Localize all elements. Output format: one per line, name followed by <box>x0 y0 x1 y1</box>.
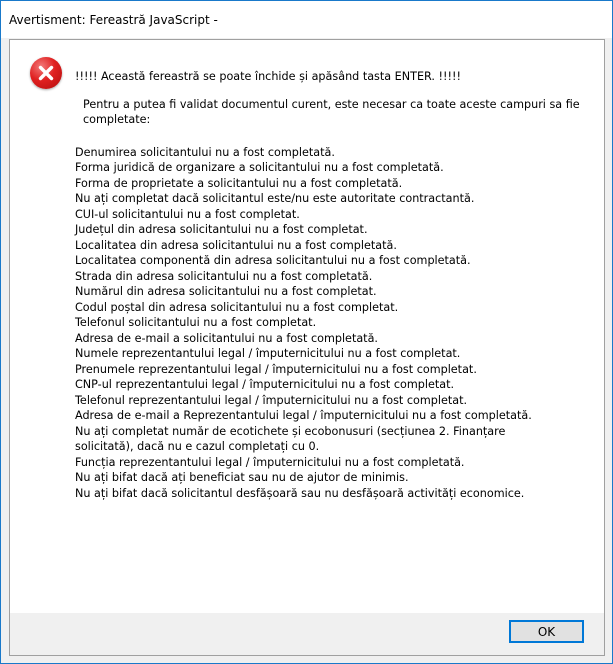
validation-message: Prenumele reprezentantului legal / împut… <box>75 362 477 376</box>
validation-list: Denumirea solicitantului nu a fost compl… <box>75 145 600 502</box>
button-row: OK <box>10 613 604 655</box>
validation-message: Adresa de e-mail a Reprezentantului lega… <box>75 409 532 422</box>
validation-message: Nu ați completat număr de ecotichete și … <box>75 424 506 454</box>
validation-message: Numele reprezentantului legal / împutern… <box>75 347 461 360</box>
validation-message: Telefonul solicitantului nu a fost compl… <box>75 316 317 329</box>
window-title: Avertisment: Fereastră JavaScript - <box>9 12 218 27</box>
error-icon <box>30 57 62 89</box>
validation-message: CNP-ul reprezentantului legal / împutern… <box>75 378 455 391</box>
validation-message: Localitatea din adresa solicitantului nu… <box>75 238 397 252</box>
validation-message: CUI-ul solicitantului nu a fost completa… <box>75 207 300 221</box>
validation-message: Adresa de e-mail a solicitantului nu a f… <box>75 331 378 345</box>
validation-message: Localitatea componentă din adresa solici… <box>75 254 471 267</box>
validation-message: Județul din adresa solicitantului nu a f… <box>75 223 368 236</box>
validation-message: Nu ați bifat dacă solicitantul desfășoar… <box>75 486 525 500</box>
error-x-glyph <box>38 65 54 81</box>
intro-text: Pentru a putea fi validat documentul cur… <box>83 97 584 127</box>
validation-message: Funcția reprezentantului legal / împuter… <box>75 455 465 469</box>
validation-message: Forma juridică de organizare a solicitan… <box>75 161 444 174</box>
enter-hint-text: !!!!! Această fereastră se poate închide… <box>75 70 461 83</box>
validation-message: Strada din adresa solicitantului nu a fo… <box>75 269 373 283</box>
dialog-content: !!!!! Această fereastră se poate închide… <box>9 39 605 656</box>
validation-message: Codul poștal din adresa solicitantului n… <box>75 300 399 314</box>
alert-dialog-window: Avertisment: Fereastră JavaScript - !!!!… <box>0 0 613 664</box>
validation-message: Nu ați completat dacă solicitantul este/… <box>75 192 475 205</box>
validation-message: Telefonul reprezentantului legal / împut… <box>75 393 468 407</box>
ok-button[interactable]: OK <box>509 620 584 643</box>
validation-message: Numărul din adresa solicitantului nu a f… <box>75 285 377 298</box>
validation-message: Denumirea solicitantului nu a fost compl… <box>75 145 335 159</box>
validation-message: Forma de proprietate a solicitantului nu… <box>75 176 403 190</box>
validation-message: Nu ați bifat dacă ați beneficiat sau nu … <box>75 471 409 484</box>
title-bar[interactable]: Avertisment: Fereastră JavaScript - <box>1 1 612 38</box>
message-area: !!!!! Această fereastră se poate închide… <box>75 69 600 501</box>
